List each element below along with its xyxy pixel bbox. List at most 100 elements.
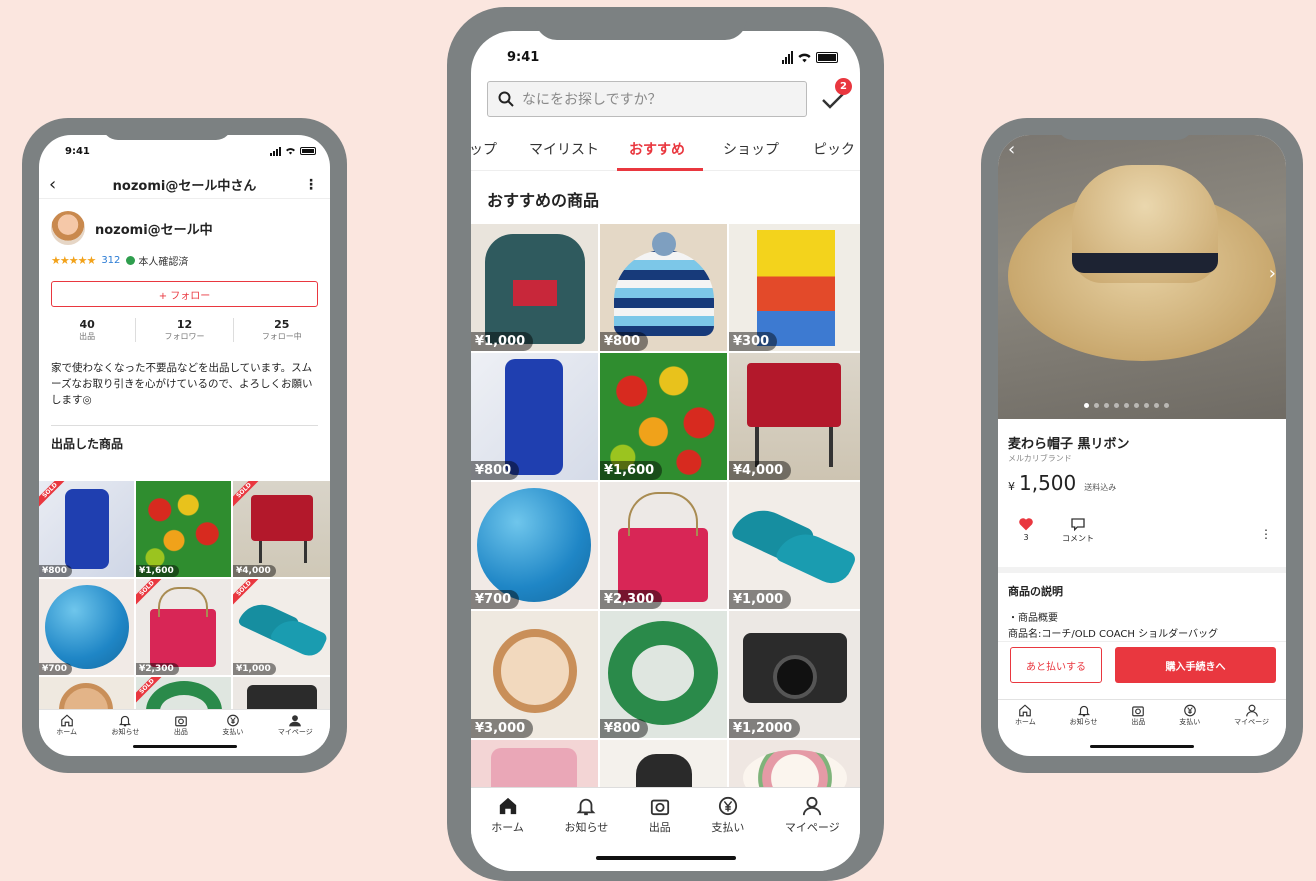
ball-icon — [477, 488, 591, 602]
item-price: ¥800 — [39, 565, 73, 577]
status-bar: 9:41 — [39, 137, 330, 165]
feed-item[interactable]: ¥800 — [600, 224, 727, 351]
home-indicator — [1090, 745, 1194, 748]
feed-item[interactable]: ¥4,000 — [729, 353, 860, 480]
feed-item[interactable]: ¥1,600 — [600, 353, 727, 480]
more-icon[interactable]: ⋮ — [304, 177, 318, 193]
stat-followers[interactable]: 12 フォロワー — [136, 318, 234, 342]
tab-mypage[interactable]: マイページ — [1234, 704, 1269, 739]
feed-item[interactable]: ¥1,000 — [729, 482, 860, 609]
ball-icon — [45, 585, 129, 669]
notch — [1057, 118, 1193, 140]
profile-stats: 40 出品 12 フォロワー 25 フォロー中 — [39, 318, 330, 342]
tab-mypage[interactable]: マイページ — [785, 796, 840, 871]
rating-row[interactable]: ★★★★★ 312 本人確認済 — [51, 253, 188, 268]
verified-label: 本人確認済 — [138, 257, 189, 268]
tab-home[interactable]: ホーム — [1015, 704, 1036, 739]
tab-pick[interactable]: ピック — [813, 139, 855, 159]
profile-header: ‹ nozomi@セール中さん ⋮ — [39, 171, 330, 199]
person-icon — [1245, 704, 1258, 717]
tab-payment[interactable]: 支払い — [1179, 704, 1200, 739]
pay-later-button[interactable]: あと払いする — [1010, 647, 1102, 683]
tab-mylist[interactable]: マイリスト — [529, 139, 599, 159]
tab-sell[interactable]: 出品 — [174, 714, 188, 745]
chair-icon — [747, 363, 841, 427]
listed-item[interactable]: SOLD ¥2,300 — [136, 579, 231, 675]
listed-item[interactable]: ¥1,600 — [136, 481, 231, 577]
category-tabs: ップ マイリスト おすすめ ショップ ピック — [471, 131, 860, 171]
product-brand[interactable]: メルカリブランド — [1008, 453, 1072, 464]
item-price: ¥700 — [39, 663, 73, 675]
back-icon[interactable]: ‹ — [1008, 139, 1015, 160]
notch — [102, 118, 232, 140]
item-price: ¥2,300 — [600, 590, 663, 609]
listed-items-title: 出品した商品 — [51, 437, 124, 451]
bell-icon — [119, 715, 132, 727]
search-input[interactable]: なにをお探しですか？ — [487, 81, 807, 117]
status-time: 9:41 — [65, 145, 90, 157]
next-image-icon[interactable]: › — [1269, 263, 1276, 284]
feed-item[interactable]: ¥2,300 — [600, 482, 727, 609]
follow-button[interactable]: + フォロー — [51, 281, 318, 307]
divider — [51, 425, 318, 426]
tab-notifications[interactable]: お知らせ — [1070, 704, 1098, 739]
more-icon[interactable]: ⋮ — [1260, 527, 1272, 541]
avatar[interactable] — [51, 211, 85, 245]
stat-following[interactable]: 25 フォロー中 — [234, 318, 330, 342]
product-photo[interactable] — [998, 135, 1286, 419]
feed-item[interactable]: ¥800 — [471, 353, 598, 480]
tab-home[interactable]: ホーム — [56, 714, 77, 745]
buy-button[interactable]: 購入手続きへ — [1115, 647, 1276, 683]
like-button[interactable]: 3 — [1018, 517, 1034, 542]
tab-recommended[interactable]: おすすめ — [629, 139, 685, 159]
tab-notifications[interactable]: お知らせ — [112, 714, 139, 745]
item-price: ¥4,000 — [233, 565, 276, 577]
camera-icon — [1132, 706, 1145, 717]
wifi-icon — [798, 53, 811, 62]
feed-item[interactable]: ¥300 — [729, 224, 860, 351]
product-price: ¥ 1,500 送料込み — [1008, 471, 1117, 495]
book-icon — [757, 230, 835, 346]
feed-item[interactable]: ¥3,000 — [471, 611, 598, 738]
comment-button[interactable]: コメント — [1062, 517, 1094, 544]
feed-phone: 9:41 なにをお探しですか？ 2 ップ マイリスト おすすめ ショップ ピック… — [447, 7, 884, 881]
yen-icon — [227, 714, 239, 727]
tab-payment[interactable]: 支払い — [222, 714, 243, 745]
listed-item[interactable]: SOLD ¥4,000 — [233, 481, 330, 577]
bell-icon — [576, 798, 596, 816]
listed-item[interactable]: ¥700 — [39, 579, 134, 675]
profile-header-title: nozomi@セール中さん — [112, 179, 257, 194]
product-title: 麦わら帽子 黒リボン — [1008, 437, 1130, 452]
bag-icon — [150, 609, 216, 667]
back-icon[interactable]: ‹ — [49, 174, 56, 195]
chair-icon — [251, 495, 313, 541]
tab-mypage[interactable]: マイページ — [278, 714, 313, 745]
home-icon — [499, 797, 516, 815]
camera-icon — [650, 799, 669, 816]
product-screen: ‹ › 麦わら帽子 黒リボン メルカリブランド ¥ 1,500 送料込み 3 コ… — [998, 135, 1286, 756]
description-title: 商品の説明 — [1008, 585, 1063, 598]
profile-name: nozomi@セール中 — [95, 223, 213, 238]
carousel-dots — [1084, 403, 1169, 408]
item-price: ¥1,000 — [471, 332, 534, 351]
like-count: 3 — [1023, 533, 1029, 542]
tab-partial-left[interactable]: ップ — [471, 139, 497, 159]
profile-screen: 9:41 ‹ nozomi@セール中さん ⋮ nozomi@セール中 ★★★★★… — [39, 135, 330, 756]
listed-item[interactable]: SOLD ¥1,000 — [233, 579, 330, 675]
tab-shop[interactable]: ショップ — [723, 139, 779, 159]
stat-listings[interactable]: 40 出品 — [39, 318, 137, 342]
notch — [535, 7, 747, 40]
tab-home[interactable]: ホーム — [491, 796, 524, 871]
item-price: ¥1,000 — [729, 590, 792, 609]
phone-case-icon — [65, 489, 109, 569]
listed-item[interactable]: SOLD ¥800 — [39, 481, 134, 577]
feed-item[interactable]: ¥800 — [600, 611, 727, 738]
feed-item[interactable]: ¥1,000 — [471, 224, 598, 351]
item-price: ¥3,000 — [471, 719, 534, 738]
feed-item[interactable]: ¥700 — [471, 482, 598, 609]
todo-badge: 2 — [835, 78, 852, 95]
beanie-icon — [614, 250, 714, 336]
comment-icon — [1071, 518, 1085, 532]
tab-sell[interactable]: 出品 — [1131, 704, 1145, 739]
feed-item[interactable]: ¥1,2000 — [729, 611, 860, 738]
